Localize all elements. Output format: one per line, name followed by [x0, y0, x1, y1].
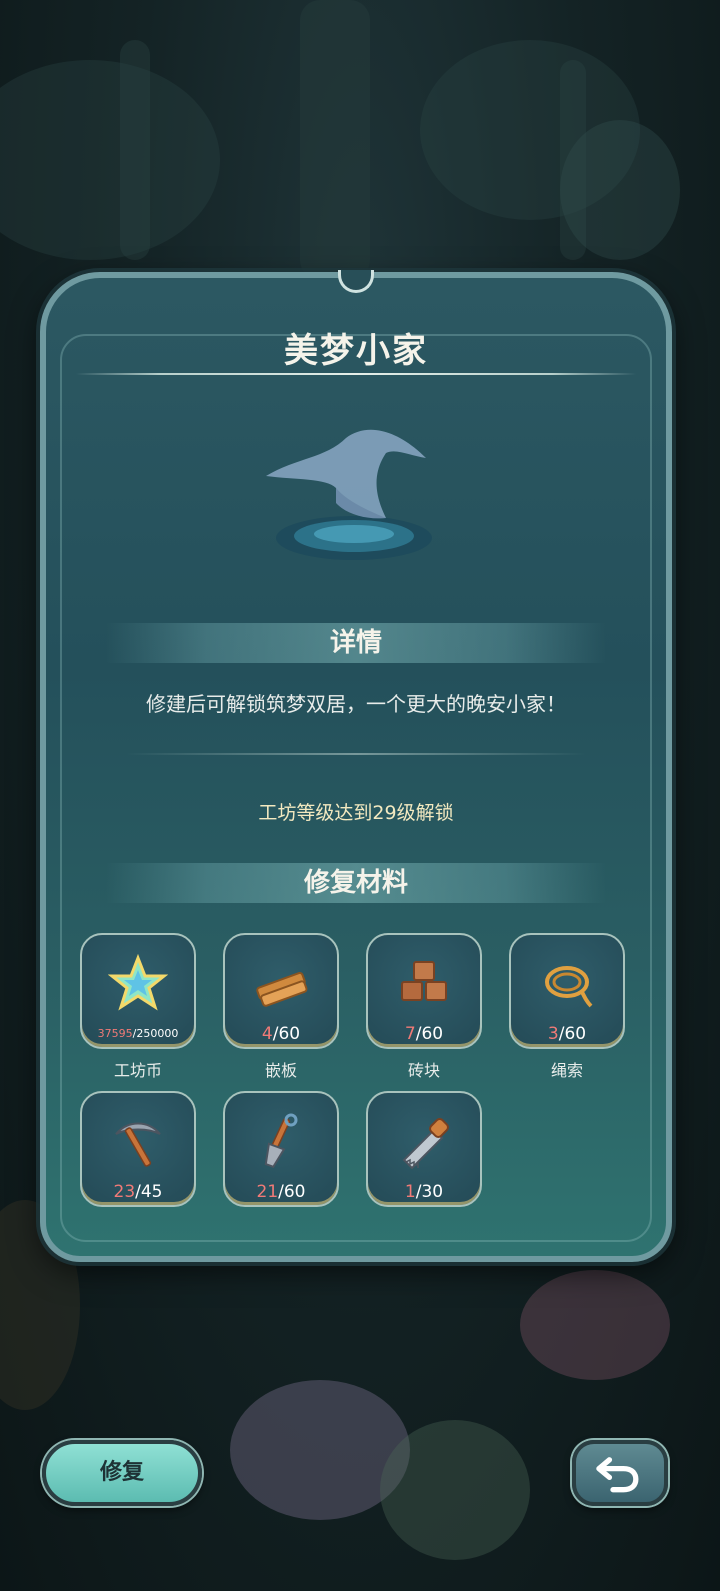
shovel-icon — [264, 1113, 298, 1169]
material-count: 23/45 — [113, 1182, 163, 1202]
material-name: 工坊币 — [113, 1061, 162, 1080]
material-count: 7/60 — [404, 1024, 444, 1044]
details-heading: 详情 — [106, 623, 606, 663]
material-slot-saw[interactable]: 1/30 — [366, 1091, 482, 1207]
material-slot-rope[interactable]: 3/60 绳索 — [509, 933, 625, 1080]
unlock-requirement: 工坊等级达到29级解锁 — [258, 802, 454, 824]
materials-heading: 修复材料 — [106, 863, 606, 903]
material-name: 绳索 — [550, 1061, 583, 1080]
rope-icon — [545, 966, 593, 1008]
title-divider — [76, 373, 636, 375]
description-divider — [126, 753, 586, 755]
star-coin-icon — [108, 954, 168, 1011]
building-preview-image — [266, 429, 432, 560]
undo-arrow-icon — [596, 1457, 639, 1493]
saw-icon — [402, 1118, 449, 1170]
back-button[interactable] — [572, 1440, 668, 1506]
moon-crest-ornament — [338, 270, 374, 293]
brick-icon — [401, 961, 447, 1002]
material-slot-workshop-coin[interactable]: 37595/250000 工坊币 — [80, 933, 196, 1080]
repair-button[interactable]: 修复 — [42, 1440, 202, 1506]
material-slot-pickaxe[interactable]: 23/45 — [80, 1091, 196, 1207]
wood-plank-icon — [256, 972, 308, 1007]
panel-title: 美梦小家 — [284, 331, 428, 371]
material-name: 嵌板 — [264, 1061, 297, 1080]
material-count: 21/60 — [256, 1182, 306, 1202]
material-slot-brick[interactable]: 7/60 砖块 — [366, 933, 482, 1080]
material-slot-panel[interactable]: 4/60 嵌板 — [223, 933, 339, 1080]
material-count: 3/60 — [547, 1024, 587, 1044]
building-description: 修建后可解锁筑梦双居，一个更大的晚安小家！ — [146, 692, 566, 716]
material-count: 37595/250000 — [97, 1027, 179, 1040]
material-count: 4/60 — [261, 1024, 301, 1044]
material-count: 1/30 — [404, 1182, 444, 1202]
building-detail-panel: 美梦小家 详情 修建后可解锁筑梦双居，一个更大的晚安小家！ 工坊等级达到29级解… — [40, 270, 672, 1262]
pickaxe-icon — [115, 1122, 161, 1167]
material-name: 砖块 — [407, 1061, 440, 1080]
material-slot-shovel[interactable]: 21/60 — [223, 1091, 339, 1207]
